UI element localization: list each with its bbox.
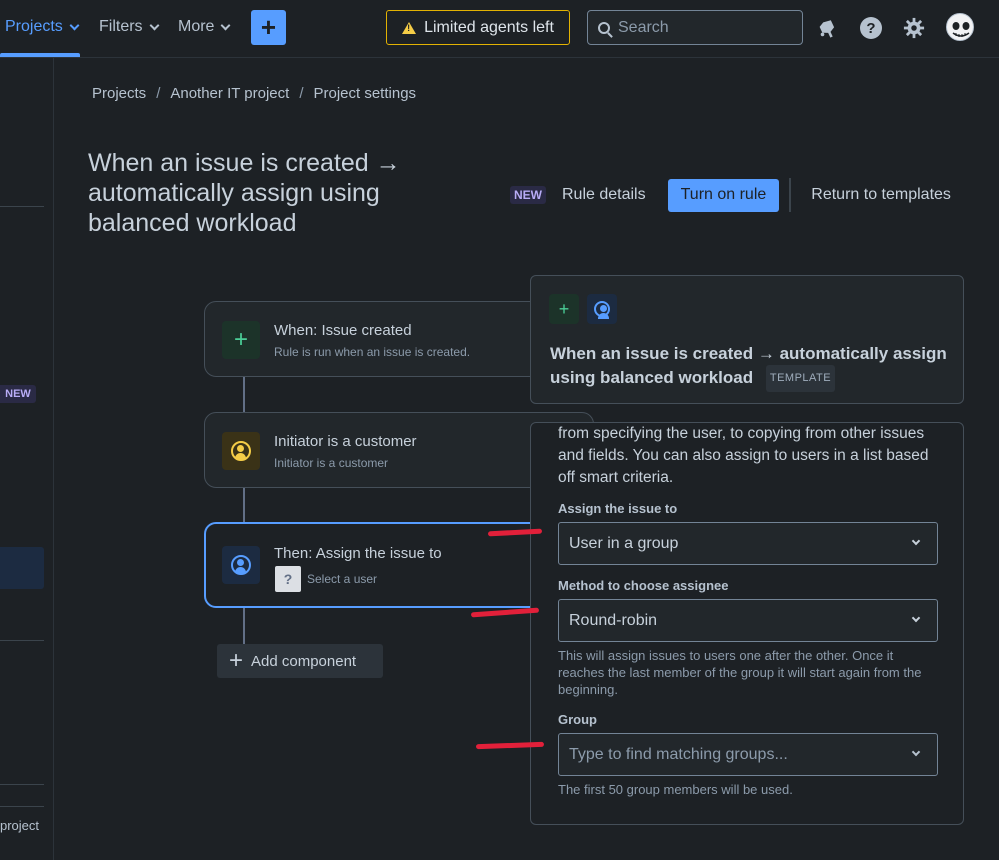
chevron-down-icon [149, 20, 160, 30]
notifications-icon[interactable] [816, 16, 840, 40]
template-panel: + When an issue is created → automatical… [530, 275, 964, 404]
chevron-down-icon [69, 20, 80, 30]
header-divider [789, 178, 792, 212]
group-label: Group [558, 712, 597, 727]
action-subtitle: Select a user [307, 572, 378, 586]
config-description: from specifying the user, to copying fro… [558, 425, 929, 486]
rule-details-button[interactable]: Rule details [562, 186, 646, 204]
sidebar-divider [0, 784, 44, 785]
chevron-down-icon [911, 613, 921, 623]
assign-select[interactable]: User in a group [558, 522, 938, 565]
sidebar-item-active[interactable] [0, 547, 44, 589]
plus-icon: + [222, 321, 260, 359]
group-placeholder: Type to find matching groups... [569, 745, 788, 763]
sidebar-divider [0, 640, 44, 641]
plus-icon: + [229, 647, 244, 674]
assign-value: User in a group [569, 534, 679, 552]
page-title: When an issue is created → automatically… [88, 149, 401, 237]
warning-icon [402, 21, 417, 34]
gear-icon[interactable] [902, 16, 926, 40]
nav-filters[interactable]: Filters [99, 18, 160, 36]
plus-icon: + [549, 294, 579, 324]
help-icon[interactable]: ? [859, 16, 883, 40]
trigger-title: When: Issue created [274, 322, 412, 339]
method-help: This will assign issues to users one aft… [558, 648, 922, 697]
flow-connector [243, 488, 245, 522]
header-actions: NEW Rule details Turn on rule Return to … [510, 178, 951, 212]
group-select[interactable]: Type to find matching groups... [558, 733, 938, 776]
method-label: Method to choose assignee [558, 578, 729, 593]
breadcrumb-separator: / [156, 85, 161, 102]
sidebar: NEW project [0, 58, 54, 860]
turn-on-rule-button[interactable]: Turn on rule [667, 178, 780, 212]
search-input[interactable] [618, 18, 788, 37]
method-value: Round-robin [569, 611, 658, 629]
chevron-down-icon [911, 536, 921, 546]
unassigned-avatar: ? [275, 566, 301, 592]
template-title-text: When an issue is created → automatically… [550, 344, 947, 387]
add-component-button[interactable]: + Add component [217, 644, 383, 678]
condition-subtitle: Initiator is a customer [274, 456, 389, 470]
flow-connector [243, 377, 245, 412]
template-badge: TEMPLATE [765, 365, 836, 392]
group-help: The first 50 group members will be used. [558, 782, 793, 797]
breadcrumb-separator: / [299, 85, 304, 102]
sidebar-project-link[interactable]: project [0, 818, 39, 833]
limited-agents-button[interactable]: Limited agents left [386, 10, 570, 45]
plus-icon: + [260, 12, 277, 42]
limited-agents-label: Limited agents left [424, 18, 554, 36]
new-badge: NEW [510, 186, 546, 204]
action-title: Then: Assign the issue to [274, 545, 442, 562]
breadcrumb-project-settings[interactable]: Project settings [313, 85, 416, 102]
user-avatar[interactable] [946, 13, 974, 41]
top-navigation: Projects Filters More + Limited agents l… [0, 0, 999, 58]
nav-active-indicator [0, 53, 80, 57]
breadcrumb: Projects / Another IT project / Project … [92, 85, 416, 102]
config-panel: from specifying the user, to copying fro… [530, 422, 964, 825]
annotation-mark [470, 607, 540, 618]
nav-more-label: More [178, 18, 215, 35]
nav-projects[interactable]: Projects [5, 18, 80, 36]
add-component-label: Add component [251, 652, 357, 670]
sidebar-new-badge: NEW [0, 385, 36, 403]
search-box[interactable] [587, 10, 803, 45]
user-action-icon [222, 546, 260, 584]
sidebar-divider [0, 206, 44, 207]
user-icon [587, 294, 617, 324]
breadcrumb-projects[interactable]: Projects [92, 85, 146, 102]
user-condition-icon [222, 432, 260, 470]
nav-projects-label: Projects [5, 18, 63, 35]
trigger-subtitle: Rule is run when an issue is created. [274, 345, 471, 359]
template-title: When an issue is created → automatically… [550, 342, 950, 392]
nav-filters-label: Filters [99, 18, 143, 35]
search-icon [598, 21, 610, 34]
flow-connector [243, 608, 245, 644]
condition-title: Initiator is a customer [274, 433, 417, 450]
sidebar-divider [0, 806, 44, 807]
chevron-down-icon [221, 20, 231, 30]
method-select[interactable]: Round-robin [558, 599, 938, 642]
create-button[interactable]: + [251, 10, 286, 45]
return-to-templates-button[interactable]: Return to templates [811, 186, 951, 204]
chevron-down-icon [911, 747, 921, 757]
nav-more[interactable]: More [178, 18, 231, 36]
breadcrumb-project[interactable]: Another IT project [170, 85, 289, 102]
assign-label: Assign the issue to [558, 501, 678, 516]
